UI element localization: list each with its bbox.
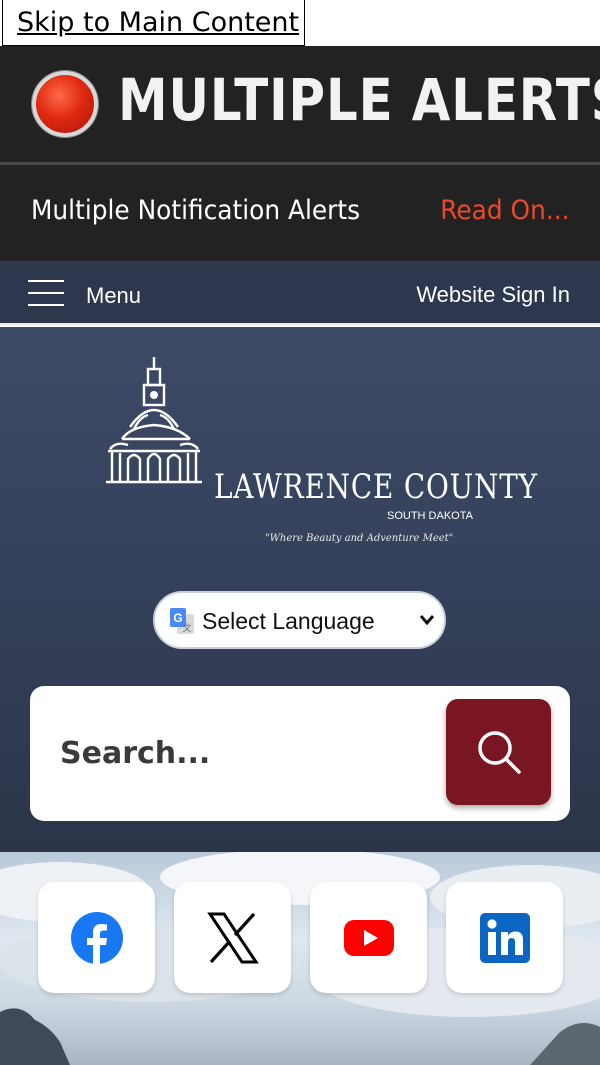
skip-bar: Skip to Main Content bbox=[0, 0, 600, 46]
alert-banner[interactable]: MULTIPLE ALERTS bbox=[0, 46, 600, 162]
facebook-link[interactable] bbox=[38, 882, 155, 993]
svg-text:文: 文 bbox=[182, 622, 191, 633]
alert-notification-row: Multiple Notification Alerts Read On... bbox=[0, 165, 600, 261]
read-on-link[interactable]: Read On... bbox=[441, 195, 570, 226]
skip-to-main-link[interactable]: Skip to Main Content bbox=[2, 0, 305, 46]
search-button[interactable] bbox=[446, 699, 551, 805]
youtube-link[interactable] bbox=[310, 882, 427, 993]
hero-section: LAWRENCE COUNTY SOUTH DAKOTA "Where Beau… bbox=[0, 327, 600, 852]
county-state: SOUTH DAKOTA bbox=[387, 510, 473, 522]
x-twitter-link[interactable] bbox=[174, 882, 291, 993]
youtube-icon bbox=[343, 919, 394, 956]
alert-title: MULTIPLE ALERTS bbox=[118, 66, 600, 134]
facebook-icon bbox=[70, 911, 123, 964]
sky-banner-image bbox=[0, 852, 600, 1065]
chevron-down-icon bbox=[419, 615, 435, 626]
website-sign-in-link[interactable]: Website Sign In bbox=[416, 282, 570, 308]
menu-button[interactable]: Menu bbox=[86, 283, 141, 309]
alert-indicator-icon bbox=[32, 71, 98, 137]
linkedin-link[interactable] bbox=[446, 882, 563, 993]
linkedin-icon bbox=[479, 912, 530, 963]
svg-text:G: G bbox=[173, 611, 182, 625]
alert-notification-text: Multiple Notification Alerts bbox=[31, 195, 361, 226]
hamburger-menu-icon[interactable] bbox=[28, 280, 64, 306]
county-name: LAWRENCE COUNTY bbox=[214, 467, 538, 507]
google-translate-icon: G 文 bbox=[170, 608, 194, 634]
language-select-value: Select Language bbox=[202, 608, 375, 634]
county-tagline: "Where Beauty and Adventure Meet" bbox=[265, 533, 454, 544]
courthouse-icon bbox=[106, 357, 202, 484]
county-logo[interactable]: LAWRENCE COUNTY SOUTH DAKOTA "Where Beau… bbox=[100, 355, 537, 544]
search-input[interactable] bbox=[60, 731, 440, 775]
search-box bbox=[30, 686, 570, 821]
language-select[interactable]: G 文 Select Language bbox=[153, 591, 446, 649]
search-icon bbox=[477, 731, 521, 774]
nav-bar: Menu Website Sign In bbox=[0, 261, 600, 325]
x-icon bbox=[206, 912, 259, 963]
